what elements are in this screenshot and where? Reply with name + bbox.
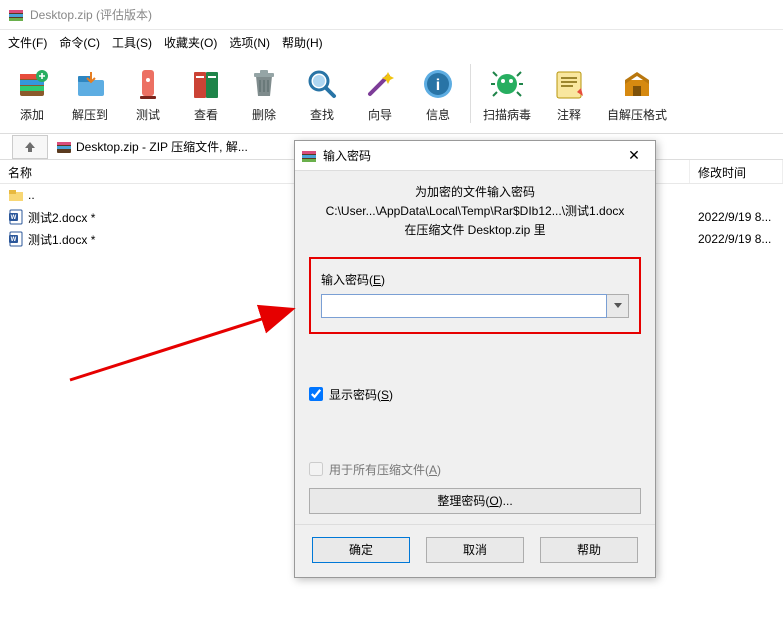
svg-text:i: i [436,77,440,94]
tool-add[interactable]: 添加 [4,60,60,127]
menu-help[interactable]: 帮助(H) [282,34,323,51]
ok-button[interactable]: 确定 [312,537,410,563]
tool-extract[interactable]: 解压到 [62,60,118,127]
password-highlight-box: 输入密码(E) [309,257,641,334]
menu-tools[interactable]: 工具(S) [112,34,152,51]
sfx-icon [617,64,657,104]
tool-virus[interactable]: 扫描病毒 [475,60,539,127]
dialog-title: 输入密码 [323,147,613,164]
file-date: 2022/9/19 8... [690,210,783,224]
info-icon: i [418,64,458,104]
menubar: 文件(F) 命令(C) 工具(S) 收藏夹(O) 选项(N) 帮助(H) [0,30,783,54]
file-name: 测试2.docx * [28,209,95,226]
show-password-input[interactable] [309,387,323,401]
menu-options[interactable]: 选项(N) [229,34,270,51]
file-date: 2022/9/19 8... [690,232,783,246]
menu-favorites[interactable]: 收藏夹(O) [164,34,217,51]
tool-wizard[interactable]: 向导 [352,60,408,127]
docx-icon: W [8,209,24,225]
titlebar: Desktop.zip (评估版本) [0,0,783,30]
tool-test[interactable]: 测试 [120,60,176,127]
find-icon [302,64,342,104]
tool-info[interactable]: i 信息 [410,60,466,127]
toolbar-separator [470,64,471,123]
cancel-button[interactable]: 取消 [426,537,524,563]
file-name: .. [28,188,35,202]
tool-delete[interactable]: 删除 [236,60,292,127]
archive-icon [56,139,72,155]
window-title: Desktop.zip (评估版本) [30,6,152,23]
docx-icon: W [8,231,24,247]
folder-icon [8,187,24,203]
winrar-icon [301,148,317,164]
all-archives-input [309,462,323,476]
add-icon [12,64,52,104]
up-button[interactable] [12,135,48,159]
tool-find[interactable]: 查找 [294,60,350,127]
organize-passwords-button[interactable]: 整理密码(O)... [309,488,641,514]
dialog-footer: 确定 取消 帮助 [295,524,655,577]
all-archives-checkbox[interactable]: 用于所有压缩文件(A) [309,461,641,478]
toolbar: 添加 解压到 测试 查看 删除 查找 向导 i 信息 扫描病毒 注释 自解压格式 [0,54,783,134]
menu-file[interactable]: 文件(F) [8,34,47,51]
password-dialog: 输入密码 ✕ 为加密的文件输入密码 C:\User...\AppData\Loc… [294,140,656,578]
show-password-checkbox[interactable]: 显示密码(S) [309,386,641,403]
svg-text:W: W [11,215,17,221]
col-date[interactable]: 修改时间 [690,160,783,183]
file-name: 测试1.docx * [28,231,95,248]
view-icon [186,64,226,104]
menu-command[interactable]: 命令(C) [59,34,100,51]
winrar-icon [8,7,24,23]
virus-icon [487,64,527,104]
tool-comment[interactable]: 注释 [541,60,597,127]
tool-view[interactable]: 查看 [178,60,234,127]
help-button[interactable]: 帮助 [540,537,638,563]
svg-text:W: W [11,237,17,243]
test-icon [128,64,168,104]
tool-sfx[interactable]: 自解压格式 [599,60,675,127]
password-dropdown[interactable] [607,294,629,318]
password-input[interactable] [321,294,607,318]
address-path[interactable]: Desktop.zip - ZIP 压缩文件, 解... [76,138,248,155]
dialog-header-text: 为加密的文件输入密码 C:\User...\AppData\Local\Temp… [309,183,641,241]
password-label: 输入密码(E) [321,271,629,288]
dialog-titlebar: 输入密码 ✕ [295,141,655,171]
comment-icon [549,64,589,104]
extract-icon [70,64,110,104]
delete-icon [244,64,284,104]
wizard-icon [360,64,400,104]
close-button[interactable]: ✕ [613,142,655,170]
